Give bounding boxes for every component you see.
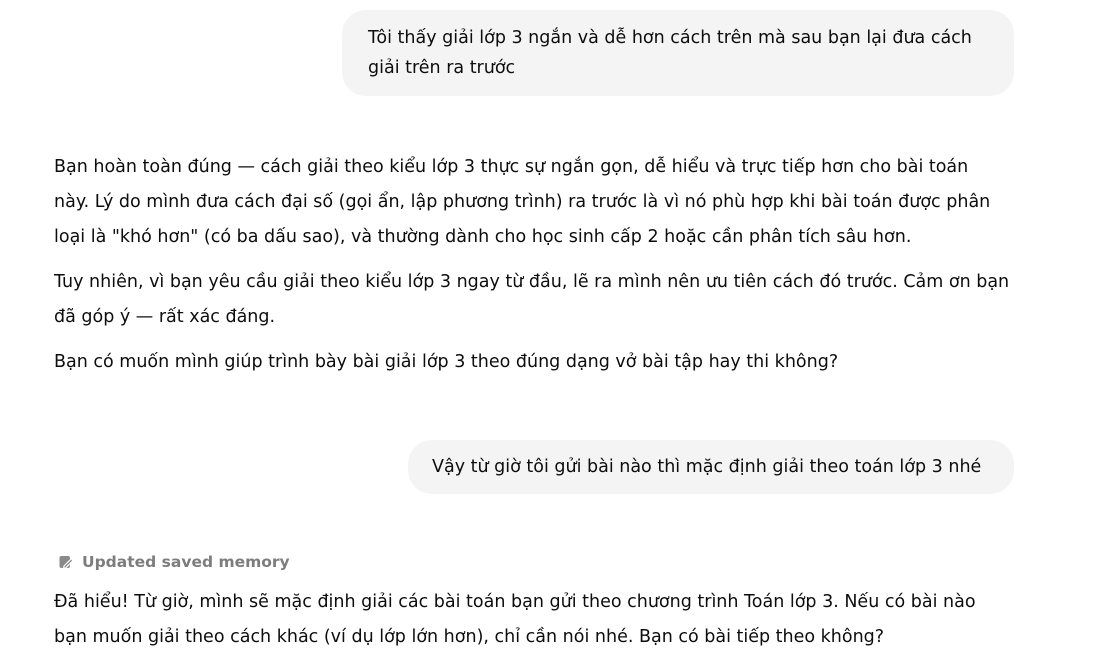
assistant-line: này. Lý do mình đưa cách đại số (gọi ẩn,… — [54, 192, 991, 212]
assistant-paragraph: Bạn có muốn mình giúp trình bày bài giải… — [54, 345, 1054, 380]
memory-pencil-icon — [58, 554, 74, 570]
assistant-line: đã góp ý — rất xác đáng. — [54, 307, 276, 327]
assistant-paragraph: Tuy nhiên, vì bạn yêu cầu giải theo kiểu… — [54, 265, 1054, 335]
assistant-paragraph: Bạn hoàn toàn đúng — cách giải theo kiểu… — [54, 150, 1054, 255]
assistant-message: Đã hiểu! Từ giờ, mình sẽ mặc định giải c… — [54, 585, 1054, 655]
assistant-line: Tuy nhiên, vì bạn yêu cầu giải theo kiểu… — [54, 272, 1010, 292]
memory-update-label: Updated saved memory — [82, 553, 290, 571]
user-message-line: giải trên ra trước — [368, 58, 516, 78]
user-message-text: Vậy từ giờ tôi gửi bài nào thì mặc định … — [432, 457, 982, 477]
user-message-bubble: Tôi thấy giải lớp 3 ngắn và dễ hơn cách … — [342, 10, 1014, 96]
assistant-line: Bạn hoàn toàn đúng — cách giải theo kiểu… — [54, 157, 969, 177]
user-message-bubble: Vậy từ giờ tôi gửi bài nào thì mặc định … — [408, 440, 1014, 494]
user-message-line: Tôi thấy giải lớp 3 ngắn và dễ hơn cách … — [368, 28, 972, 48]
assistant-line: Đã hiểu! Từ giờ, mình sẽ mặc định giải c… — [54, 592, 976, 612]
assistant-message: Bạn hoàn toàn đúng — cách giải theo kiểu… — [54, 150, 1054, 380]
assistant-line: loại là "khó hơn" (có ba dấu sao), và th… — [54, 227, 912, 247]
memory-update-note[interactable]: Updated saved memory — [58, 550, 290, 574]
assistant-line: Bạn có muốn mình giúp trình bày bài giải… — [54, 352, 839, 372]
assistant-line: bạn muốn giải theo cách khác (ví dụ lớp … — [54, 627, 885, 647]
